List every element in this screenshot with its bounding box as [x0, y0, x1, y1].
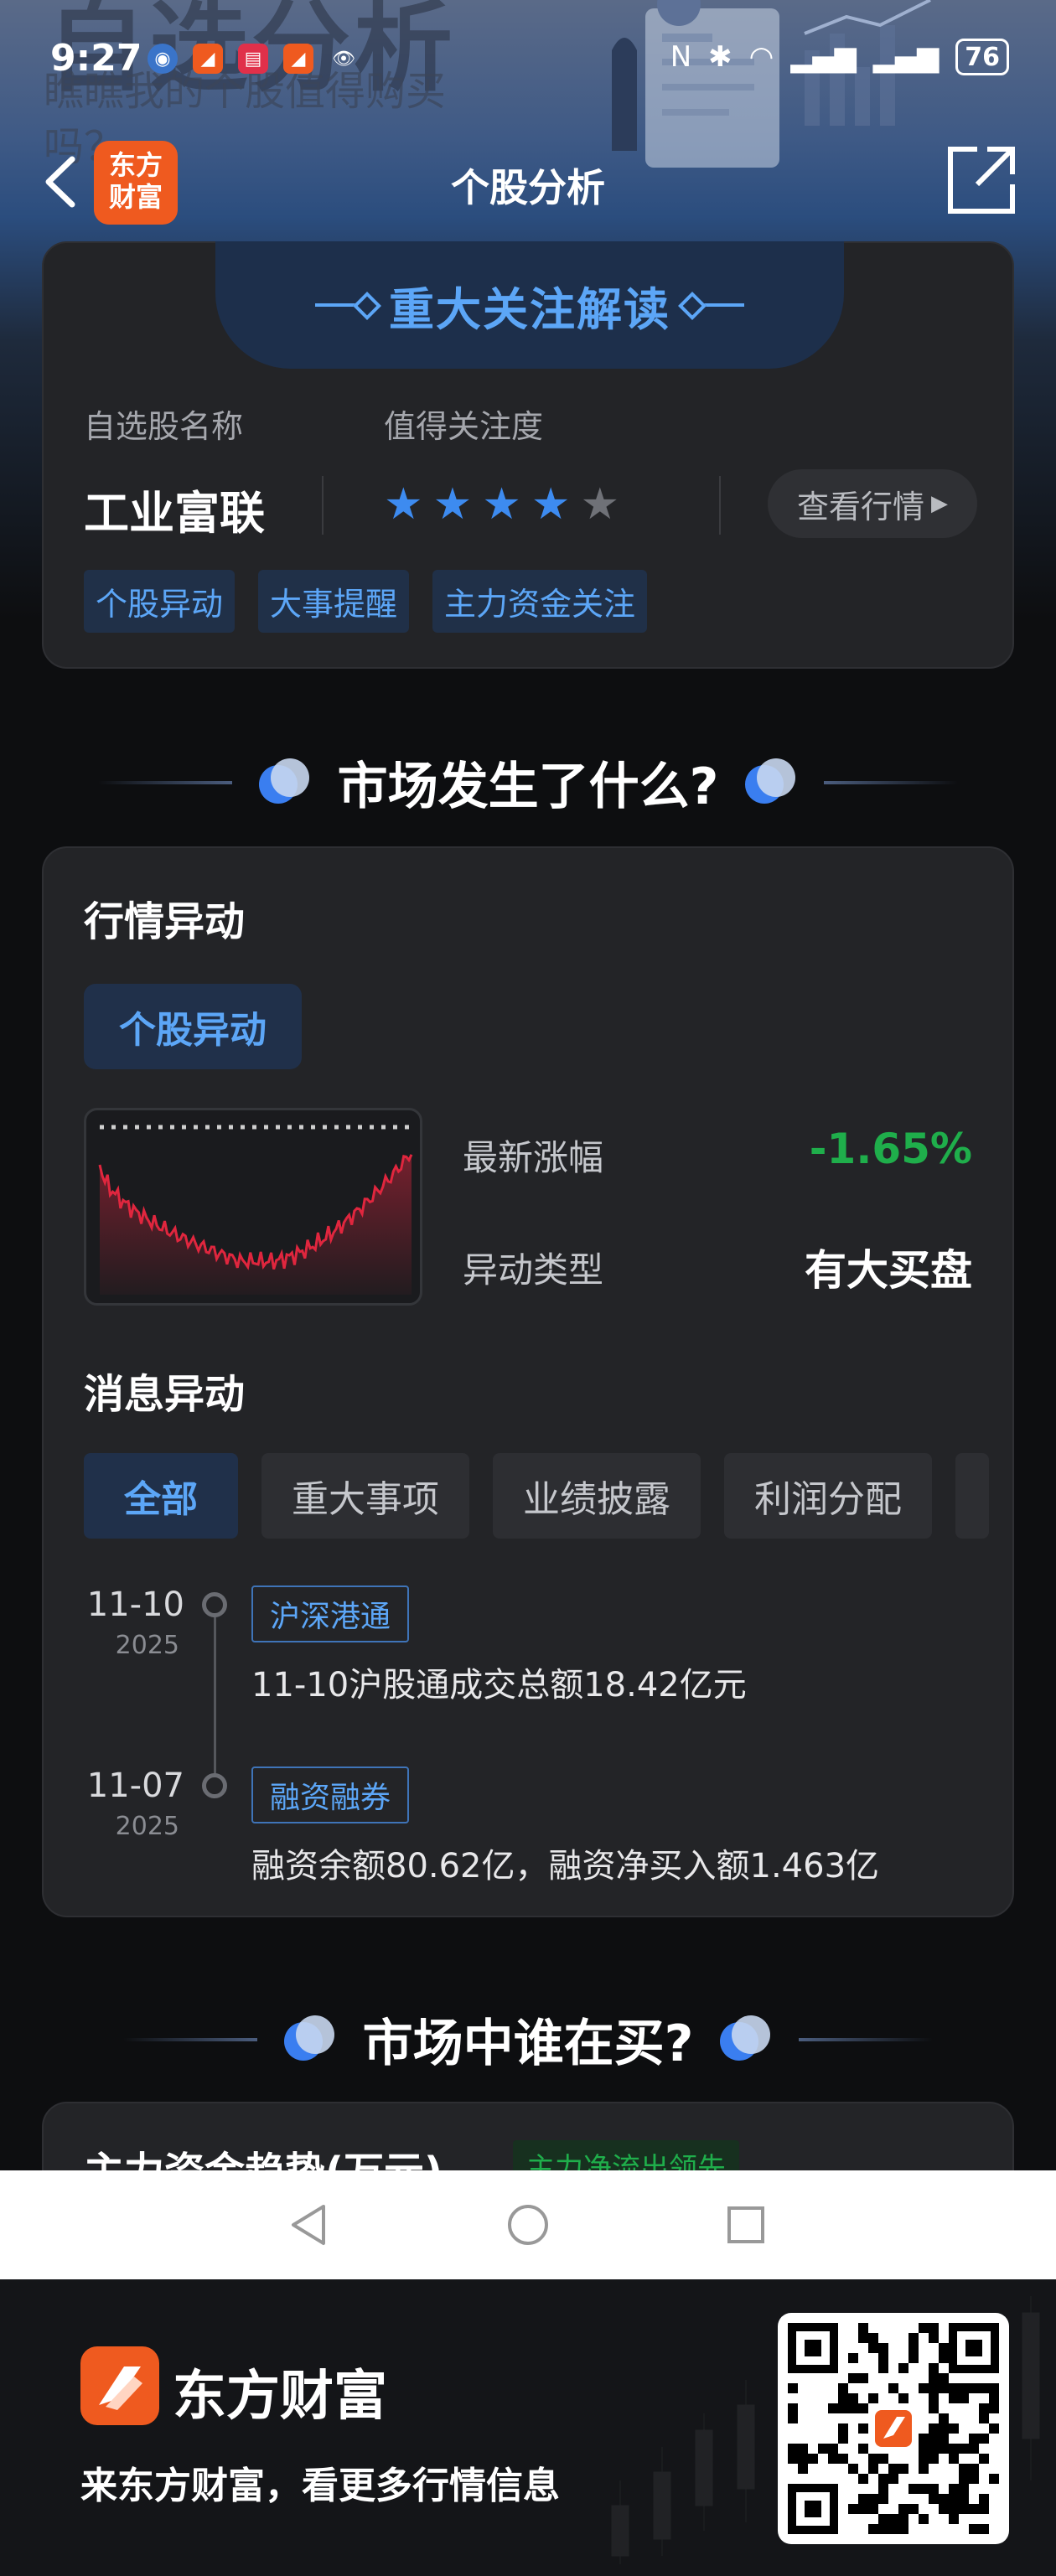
nav-recents-icon[interactable] — [721, 2200, 771, 2250]
timeline-dot — [202, 1773, 227, 1798]
bubble-icon — [742, 753, 800, 812]
filter-more[interactable] — [955, 1453, 989, 1539]
timeline-dot — [202, 1592, 227, 1617]
qr-code-image — [788, 2323, 999, 2534]
wifi-icon: ◠ — [748, 40, 774, 74]
filter-all[interactable]: 全部 — [84, 1453, 238, 1539]
tag-stock-anomaly[interactable]: 个股异动 — [84, 570, 236, 633]
divider — [824, 780, 959, 784]
intraday-chart-svg — [98, 1125, 413, 1295]
signal-icon: ▂▄▆ — [790, 40, 857, 74]
notification-app-icon: ◉ — [148, 44, 178, 74]
timeline-text[interactable]: 11-10沪股通成交总额18.42亿元 — [251, 1658, 747, 1706]
stock-name: 工业富联 — [84, 487, 265, 540]
latest-change-label: 最新涨幅 — [463, 1137, 604, 1178]
timeline-year: 2025 — [115, 1631, 179, 1660]
star-filled-icon: ★ — [432, 479, 473, 530]
focus-card: 重大关注解读 自选股名称 值得关注度 工业富联 ★ ★ ★ ★ ★ 查看行情 ▶ 个股异… — [42, 241, 1014, 669]
bubble-icon — [256, 753, 314, 812]
divider — [799, 2037, 934, 2041]
header-decoration — [686, 303, 744, 307]
rating-stars: ★ ★ ★ ★ ★ — [384, 479, 619, 530]
attention-label: 值得关注度 — [384, 408, 544, 445]
nfc-icon: N — [670, 40, 692, 74]
battery-icon: 76 — [955, 39, 1009, 75]
timeline-tag[interactable]: 融资融券 — [251, 1766, 410, 1823]
timeline-line — [214, 1611, 216, 1787]
qr-code — [778, 2313, 1009, 2544]
notification-app-icon: ◢ — [193, 44, 223, 74]
footer-slogan: 来东方财富，看更多行情信息 — [80, 2465, 560, 2507]
star-filled-icon: ★ — [384, 479, 423, 530]
focus-tags: 个股异动 大事提醒 主力资金关注 — [84, 570, 648, 633]
focus-card-header: 重大关注解读 — [215, 241, 844, 369]
filter-earnings[interactable]: 业绩披露 — [493, 1453, 701, 1539]
market-anomaly-title: 行情异动 — [84, 898, 246, 945]
section-header-market: 市场发生了什么? — [0, 746, 1056, 819]
chart-area — [100, 1154, 412, 1295]
status-time: 9:27 — [50, 37, 142, 80]
section-title: 市场中谁在买? — [362, 2015, 694, 2073]
filter-dividend[interactable]: 利润分配 — [724, 1453, 932, 1539]
news-timeline: 11-10 2025 沪深港通 11-10沪股通成交总额18.42亿元 11-0… — [84, 1577, 989, 1896]
section-header-buyers: 市场中谁在买? — [0, 2003, 1056, 2076]
divider — [122, 2037, 257, 2041]
notification-app-icon: ◢ — [283, 44, 313, 74]
filter-major-events[interactable]: 重大事项 — [261, 1453, 469, 1539]
anomaly-type-value: 有大买盘 — [805, 1246, 972, 1295]
signal-icon: ▂▄▆ — [872, 40, 940, 74]
nav-home-icon[interactable] — [503, 2200, 553, 2250]
star-filled-icon: ★ — [531, 479, 571, 530]
notification-icons: ◉ ◢ ▤ ◢ 👁 — [148, 44, 359, 74]
anomaly-type-label: 异动类型 — [463, 1249, 604, 1291]
timeline-year: 2025 — [115, 1812, 179, 1841]
chevron-right-icon: ▶ — [931, 491, 948, 516]
latest-change-value: -1.65% — [809, 1125, 972, 1173]
footer-brand: 东方财富 — [173, 2366, 387, 2428]
eye-icon: 👁 — [332, 48, 355, 70]
news-anomaly-title: 消息异动 — [84, 1371, 246, 1418]
timeline-text[interactable]: 融资余额80.62亿，融资净买入额1.463亿 — [251, 1839, 879, 1887]
notification-app-icon: ▤ — [238, 44, 268, 74]
news-filter-tabs: 全部 重大事项 业绩披露 利润分配 — [84, 1453, 989, 1539]
tag-major-events[interactable]: 大事提醒 — [258, 570, 410, 633]
promo-footer: 东方财富 来东方财富，看更多行情信息 — [0, 2279, 1056, 2576]
timeline-date: 11-10 — [86, 1585, 184, 1624]
bubble-icon — [717, 2010, 775, 2069]
view-quote-label: 查看行情 — [796, 488, 924, 525]
footer-logo-icon — [80, 2346, 159, 2425]
bluetooth-icon: ✱ — [708, 40, 732, 74]
share-icon[interactable] — [944, 142, 1019, 218]
header-decoration — [315, 303, 374, 307]
star-filled-icon: ★ — [482, 479, 521, 530]
page-title: 个股分析 — [451, 165, 605, 210]
nav-back-icon[interactable] — [285, 2200, 335, 2250]
divider — [97, 780, 232, 784]
stock-name-label: 自选股名称 — [84, 408, 244, 445]
timeline-tag[interactable]: 沪深港通 — [251, 1585, 410, 1642]
system-icons: N ✱ ◠ ▂▄▆ ▂▄▆ 76 — [670, 39, 1009, 75]
divider — [719, 476, 721, 535]
market-anomaly-card: 行情异动 个股异动 最新涨幅 -1.65% 异动类型 有大买盘 消息异动 全部 … — [42, 846, 1014, 1917]
divider — [322, 476, 324, 535]
stock-anomaly-tab[interactable]: 个股异动 — [84, 984, 302, 1069]
view-quote-button[interactable]: 查看行情 ▶ — [768, 469, 977, 538]
section-title: 市场发生了什么? — [337, 758, 719, 816]
focus-card-title: 重大关注解读 — [389, 282, 670, 336]
bubble-icon — [281, 2010, 339, 2069]
timeline-date: 11-07 — [86, 1766, 184, 1805]
intraday-mini-chart[interactable] — [84, 1108, 422, 1306]
star-empty-icon: ★ — [580, 479, 620, 530]
nav-bar: 东方 财富 个股分析 — [0, 134, 1056, 226]
system-nav-bar — [0, 2170, 1056, 2279]
status-bar: 9:27 ◉ ◢ ▤ ◢ 👁 N ✱ ◠ ▂▄▆ ▂▄▆ 76 — [0, 0, 1056, 117]
tag-main-capital[interactable]: 主力资金关注 — [432, 570, 648, 633]
